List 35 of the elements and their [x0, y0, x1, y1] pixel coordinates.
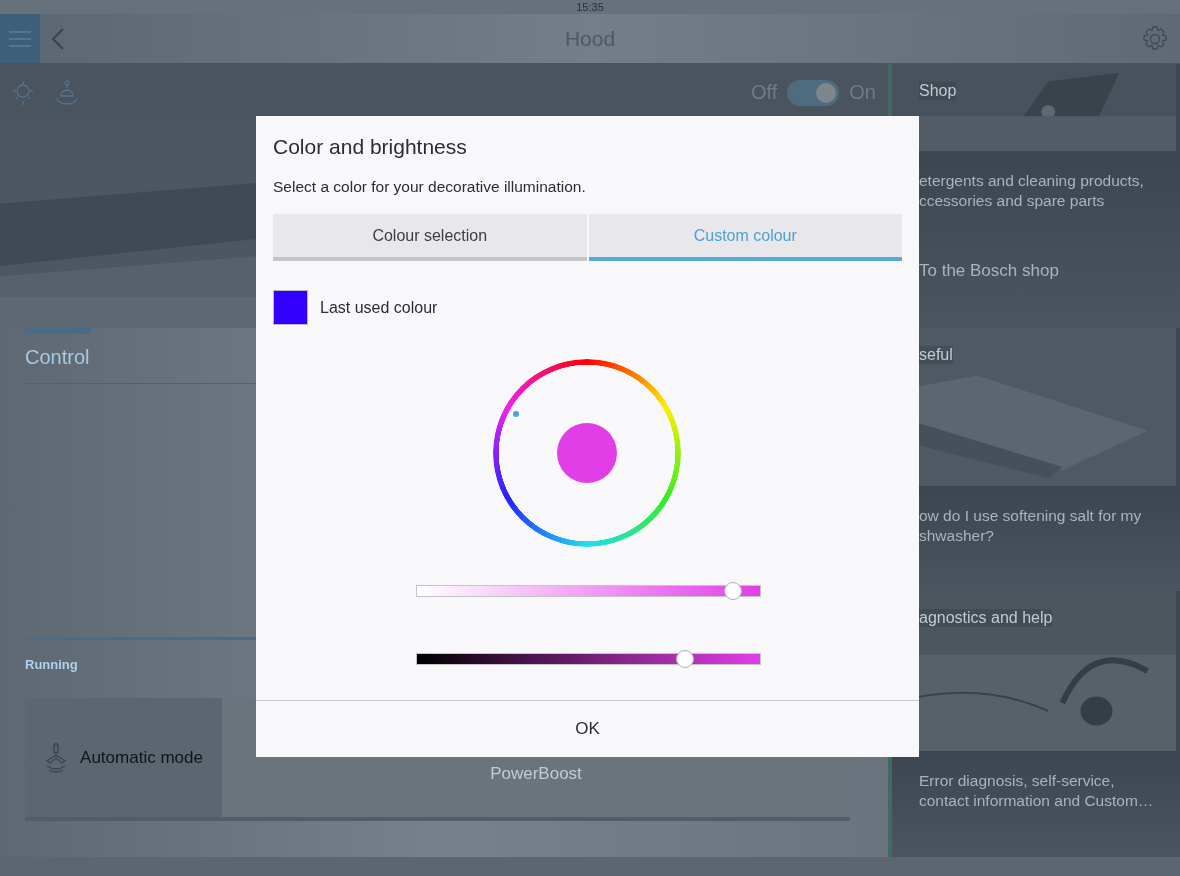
shop-link[interactable]: To the Bosch shop: [919, 261, 1059, 281]
ambient-light-icon[interactable]: [54, 78, 80, 107]
section-title: Shop: [919, 82, 957, 100]
slider-thumb[interactable]: [723, 582, 742, 600]
dialog-subtitle: Select a color for your decorative illumination.: [272, 177, 587, 196]
section-title: seful: [919, 346, 953, 364]
dialog-title: Color and brightness: [272, 134, 468, 159]
settings-icon: [1142, 25, 1168, 52]
slider-thumb[interactable]: [675, 650, 694, 668]
program-card[interactable]: Automatic mode: [25, 698, 222, 821]
menu-icon: [9, 30, 31, 47]
settings-button[interactable]: [1142, 25, 1168, 52]
section-heading: Running: [25, 657, 78, 672]
tab[interactable]: Colour selection: [273, 214, 587, 261]
colour-swatch[interactable]: [273, 290, 308, 325]
tab[interactable]: Custom colour: [588, 214, 902, 261]
ok-button[interactable]: OK: [256, 701, 919, 757]
power-toggle[interactable]: [787, 79, 840, 106]
back-icon: [52, 27, 64, 50]
section-text: shwasher?: [919, 526, 995, 546]
brightness-slider[interactable]: [416, 653, 761, 665]
wheel-marker[interactable]: [512, 411, 519, 417]
status-time: 15:35: [576, 1, 604, 13]
control-tab[interactable]: Control: [25, 346, 90, 369]
saturation-slider[interactable]: [416, 585, 761, 597]
back-button[interactable]: [52, 27, 64, 50]
swatch-label: Last used colour: [320, 298, 438, 317]
menu-button[interactable]: [0, 14, 40, 63]
section-text: ow do I use softening salt for my: [919, 506, 1143, 526]
section-text: contact information and Custom…: [919, 791, 1155, 811]
section-text: Error diagnosis, self-service,: [919, 771, 1116, 791]
light-bulb-icon[interactable]: [10, 78, 36, 107]
section-text: ccessories and spare parts: [919, 191, 1106, 211]
section-text: etergents and cleaning products,: [919, 171, 1145, 191]
section-title: agnostics and help: [919, 609, 1053, 627]
